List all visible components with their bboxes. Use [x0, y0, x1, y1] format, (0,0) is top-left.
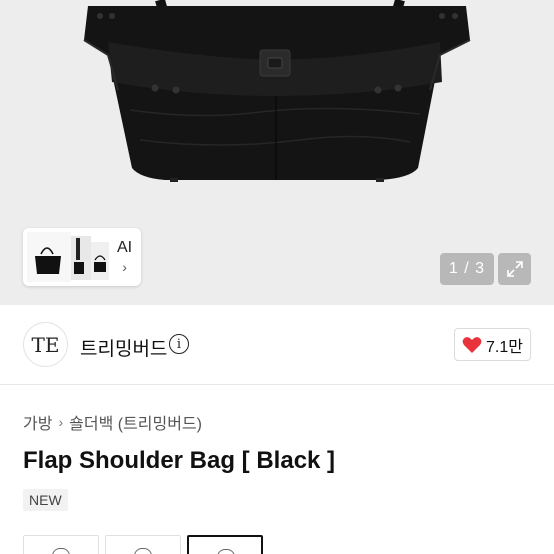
color-option[interactable] [105, 535, 181, 554]
brand-row: TE 트리밍버드 i 7.1만 [0, 305, 554, 385]
brand-name[interactable]: 트리밍버드 [80, 334, 167, 361]
color-option-selected[interactable] [187, 535, 263, 554]
ai-label: AI [117, 239, 133, 256]
bag-icon [217, 549, 235, 554]
breadcrumb: 가방 › 숄더백 (트리밍버드) [23, 410, 202, 434]
like-button[interactable]: 7.1만 [454, 328, 531, 361]
chevron-right-icon: › [58, 414, 64, 430]
bag-icon [134, 548, 152, 554]
like-count: 7.1만 [486, 338, 523, 356]
ai-styling-thumbnail[interactable]: AI › [23, 228, 141, 286]
new-badge: NEW [23, 489, 68, 511]
bag-icon [52, 548, 70, 554]
chevron-right-icon: › [122, 259, 127, 275]
expand-button[interactable] [498, 253, 531, 285]
breadcrumb-item-subcategory[interactable]: 숄더백 (트리밍버드) [69, 410, 202, 434]
brand-logo[interactable]: TE [23, 322, 68, 367]
product-title: Flap Shoulder Bag [ Black ] [23, 447, 336, 474]
color-options [23, 535, 263, 554]
ai-thumbnail-images [27, 232, 109, 282]
expand-icon [506, 261, 523, 277]
breadcrumb-item-category[interactable]: 가방 [23, 410, 52, 434]
info-icon[interactable]: i [169, 334, 189, 354]
product-image-gallery[interactable]: AI › 1 / 3 [0, 0, 554, 305]
color-option[interactable] [23, 535, 99, 554]
image-counter: 1 / 3 [440, 253, 494, 285]
heart-icon [462, 336, 482, 353]
